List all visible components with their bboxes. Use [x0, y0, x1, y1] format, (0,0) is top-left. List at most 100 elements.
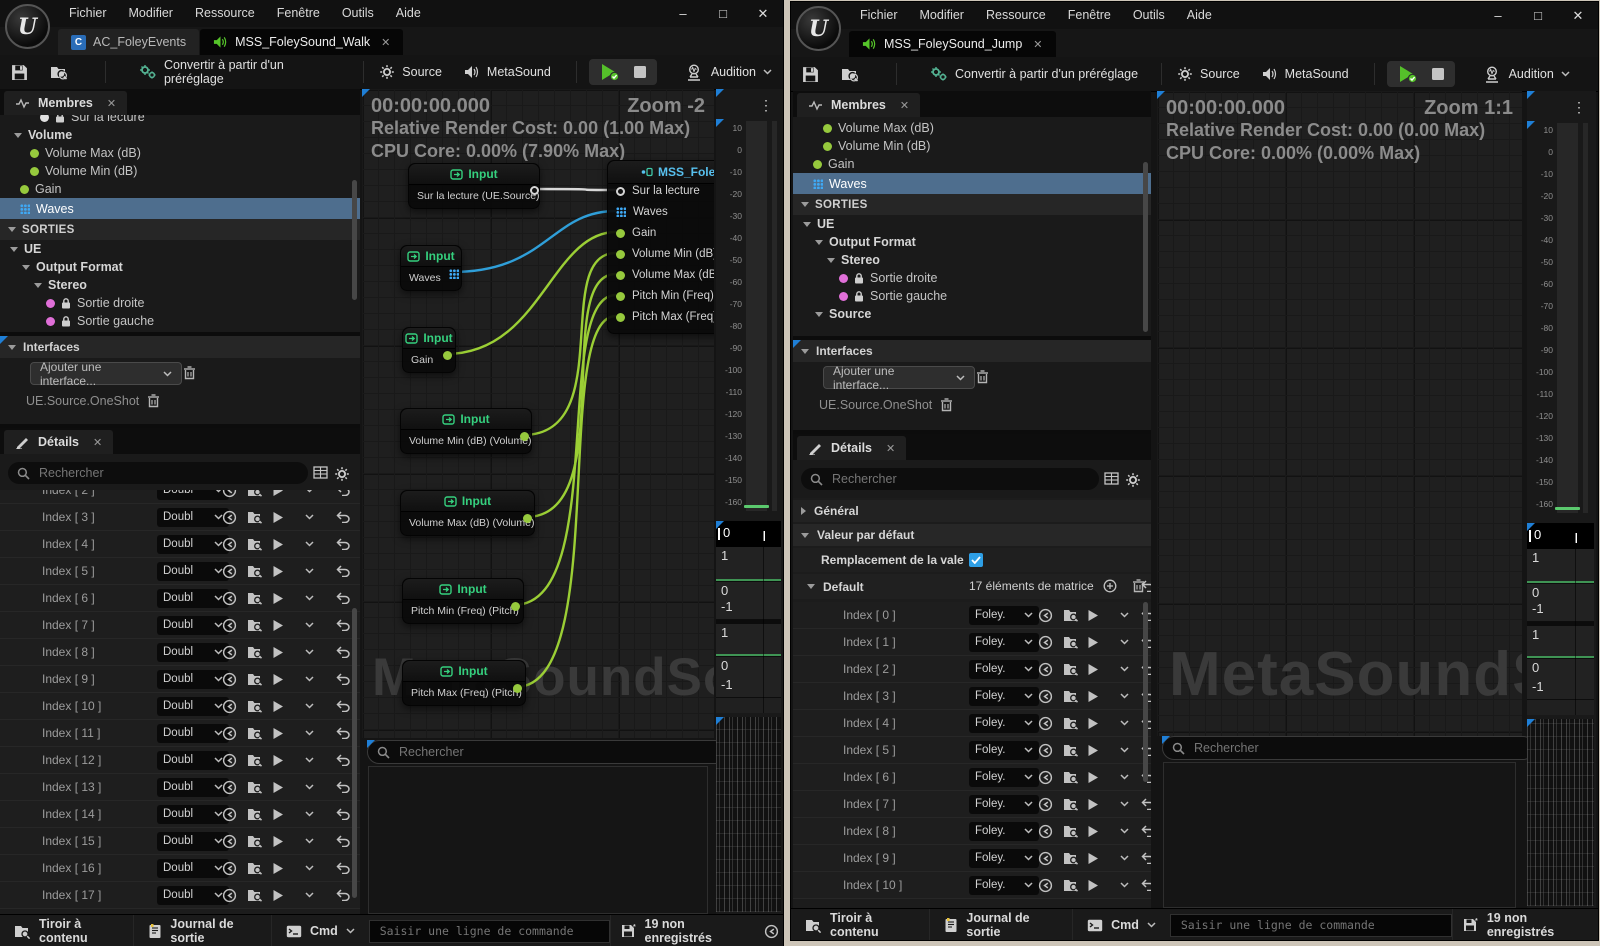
reset-to-default-icon[interactable] [336, 511, 350, 523]
preview-play-icon[interactable] [272, 673, 284, 686]
preview-play-icon[interactable] [272, 700, 284, 713]
expand-row-icon[interactable] [1120, 612, 1129, 618]
meter-menu-kebab-icon[interactable]: ⋮ [759, 97, 773, 114]
preview-play-icon[interactable] [1087, 717, 1099, 730]
interfaces-header[interactable]: Interfaces [793, 340, 1151, 362]
graph-search-box[interactable] [367, 740, 727, 764]
float-pin[interactable] [616, 229, 625, 238]
browse-to-asset-icon[interactable] [247, 726, 263, 740]
tab-close-icon[interactable]: ✕ [381, 36, 390, 49]
browse-to-asset-icon[interactable] [1063, 797, 1079, 811]
reset-to-default-icon[interactable] [1141, 798, 1151, 810]
menu-ressource[interactable]: Ressource [975, 2, 1057, 29]
graph-search-input[interactable] [1192, 740, 1525, 756]
unsaved-changes-button[interactable]: *19 non enregistrés [610, 915, 751, 946]
menu-modifier[interactable]: Modifier [909, 2, 975, 29]
metasound-graph-canvas[interactable]: MetaSoundSo00:00:00.000Zoom -2Relative R… [362, 89, 714, 738]
caret-down-icon[interactable] [22, 265, 30, 270]
tree-item[interactable]: Sortie gauche [0, 312, 360, 330]
add-element-icon[interactable] [1103, 579, 1117, 593]
waves-array-pin[interactable] [449, 269, 459, 279]
graph-search-input[interactable] [397, 744, 717, 760]
menu-ressource[interactable]: Ressource [184, 0, 266, 27]
element-type-dropdown[interactable]: Doubl [157, 805, 229, 824]
convert-preset-button[interactable]: Convertir à partir d'un préréglage [128, 55, 351, 89]
element-type-dropdown[interactable]: Foley. [969, 660, 1039, 679]
use-selected-asset-icon[interactable] [1038, 878, 1053, 893]
use-selected-asset-icon[interactable] [222, 861, 237, 876]
use-selected-asset-icon[interactable] [222, 564, 237, 579]
menu-fichier[interactable]: Fichier [849, 2, 909, 29]
preview-play-icon[interactable] [1087, 852, 1099, 865]
element-type-dropdown[interactable]: Foley. [969, 768, 1039, 787]
float-pin[interactable] [511, 602, 520, 611]
element-type-dropdown[interactable]: Doubl [157, 751, 229, 770]
tree-item[interactable]: Volume Min (dB) [0, 162, 360, 180]
expand-row-icon[interactable] [305, 622, 314, 628]
preview-play-icon[interactable] [1087, 690, 1099, 703]
expand-row-icon[interactable] [1120, 720, 1129, 726]
use-selected-asset-icon[interactable] [1038, 635, 1053, 650]
use-selected-asset-icon[interactable] [222, 834, 237, 849]
preview-play-icon[interactable] [272, 808, 284, 821]
tree-item[interactable]: Sortie gauche [793, 287, 1151, 305]
element-type-dropdown[interactable]: Doubl [157, 832, 229, 851]
unreal-logo-icon[interactable]: U [5, 4, 50, 49]
expand-row-icon[interactable] [1120, 828, 1129, 834]
float-pin[interactable] [443, 351, 452, 360]
graph-search-box[interactable] [1162, 736, 1535, 760]
expand-row-icon[interactable] [305, 676, 314, 682]
menu-fichier[interactable]: Fichier [58, 0, 118, 27]
panel-close-icon[interactable]: ✕ [107, 97, 116, 110]
meter-menu-kebab-icon[interactable]: ⋮ [1572, 99, 1586, 116]
expand-row-icon[interactable] [305, 784, 314, 790]
preview-play-icon[interactable] [272, 646, 284, 659]
browse-asset-button[interactable] [830, 57, 870, 91]
browse-to-asset-icon[interactable] [247, 780, 263, 794]
browse-to-asset-icon[interactable] [1063, 635, 1079, 649]
reset-to-default-icon[interactable] [336, 565, 350, 577]
panel-close-icon[interactable]: ✕ [900, 99, 909, 112]
browse-to-asset-icon[interactable] [247, 672, 263, 686]
caret-down-icon[interactable] [10, 247, 18, 252]
trigger-pin[interactable] [530, 186, 539, 195]
details-scrollbar[interactable] [352, 608, 357, 898]
use-selected-asset-icon[interactable] [222, 672, 237, 687]
reset-to-default-icon[interactable] [336, 781, 350, 793]
menu-aide[interactable]: Aide [385, 0, 432, 27]
tree-item[interactable]: UE [793, 215, 1151, 233]
use-selected-asset-icon[interactable] [222, 699, 237, 714]
reset-to-default-icon[interactable] [336, 646, 350, 658]
stop-button-icon[interactable] [633, 65, 647, 79]
tab-close-icon[interactable]: ✕ [1033, 38, 1042, 51]
use-selected-asset-icon[interactable] [1038, 797, 1053, 812]
tab-members[interactable]: Membres✕ [4, 91, 127, 115]
use-selected-asset-icon[interactable] [222, 888, 237, 903]
add-interface-dropdown[interactable]: Ajouter une interface... [30, 362, 182, 385]
metasound-button[interactable]: MetaSound [453, 55, 562, 89]
element-type-dropdown[interactable]: Doubl [157, 670, 229, 689]
delete-interface-icon[interactable] [976, 370, 989, 384]
reset-to-default-icon[interactable] [1141, 825, 1151, 837]
interfaces-header[interactable]: Interfaces [0, 336, 360, 358]
caret-down-icon[interactable] [815, 312, 823, 317]
remove-interface-icon[interactable] [940, 398, 953, 412]
use-selected-asset-icon[interactable] [222, 510, 237, 525]
input-node[interactable]: InputWaves [400, 245, 462, 291]
caret-down-icon[interactable] [34, 283, 42, 288]
add-interface-dropdown[interactable]: Ajouter une interface... [823, 366, 975, 389]
tree-section-outputs[interactable]: SORTIES [793, 194, 1151, 215]
element-type-dropdown[interactable]: Doubl [157, 859, 229, 878]
use-selected-asset-icon[interactable] [1038, 662, 1053, 677]
browse-to-asset-icon[interactable] [247, 699, 263, 713]
preview-play-icon[interactable] [1087, 663, 1099, 676]
menu-outils[interactable]: Outils [331, 0, 385, 27]
output-log-button[interactable]: Journal de sortie [134, 915, 272, 946]
browse-to-asset-icon[interactable] [1063, 770, 1079, 784]
input-node[interactable]: InputPitch Max (Freq) (Pitch) [402, 660, 526, 706]
use-selected-asset-icon[interactable] [222, 618, 237, 633]
use-selected-asset-icon[interactable] [222, 780, 237, 795]
float-pin[interactable] [520, 432, 529, 441]
tree-item[interactable]: Gain [793, 155, 1151, 173]
expand-row-icon[interactable] [305, 811, 314, 817]
